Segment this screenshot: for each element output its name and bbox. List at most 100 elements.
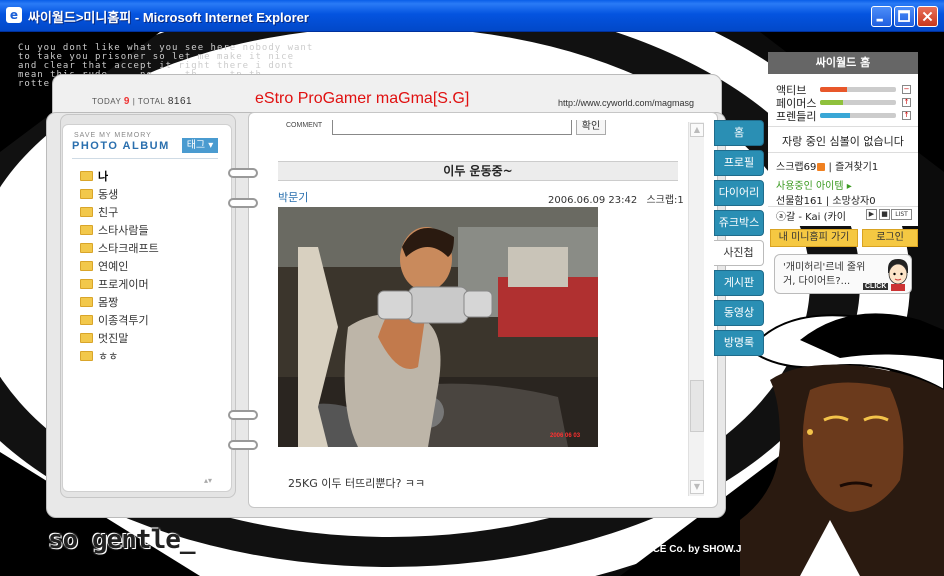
scrollbar-thumb[interactable] xyxy=(690,380,704,432)
ie-icon: e xyxy=(6,7,22,23)
folder-item[interactable]: 스타사람들 xyxy=(80,222,159,240)
stop-icon[interactable]: ■ xyxy=(879,209,890,220)
folder-list: 나동생친구스타사람들 스타크래프트연예인프로게이머몸짱이종격투기멋진말 ㅎㅎ xyxy=(80,168,159,366)
tab-7[interactable]: 방명록 xyxy=(714,330,764,356)
folder-item[interactable]: 프로게이머 xyxy=(80,276,159,294)
folder-label: 나 xyxy=(98,170,109,183)
scroll-down-arrow-icon[interactable]: ▼ xyxy=(690,480,704,494)
tab-3[interactable]: 쥬크박스 xyxy=(714,210,764,236)
binder-ring xyxy=(228,198,258,208)
post-title: 이두 운동중~ xyxy=(278,161,678,181)
stat-control-icon[interactable]: ↑ xyxy=(902,98,911,107)
stat-bar-fill xyxy=(820,87,847,92)
folder-item[interactable]: 동생 xyxy=(80,186,159,204)
symbol-message: 자랑 중인 심볼이 없습니다 xyxy=(782,135,904,148)
stat-label: 프렌들리 xyxy=(776,110,817,123)
page: Cu you dont like what you see here nobod… xyxy=(0,32,944,576)
window-titlebar[interactable]: e 싸이월드>미니홈피 - Microsoft Internet Explore… xyxy=(0,0,944,32)
post-meta: 2006.06.09 23:42 스크랩:1 xyxy=(548,191,684,206)
folder-item[interactable]: 연예인 xyxy=(80,258,159,276)
scrap-badge-icon xyxy=(817,163,826,171)
total-value: 8161 xyxy=(167,96,193,107)
playlist-button[interactable]: LIST xyxy=(891,209,912,220)
items-in-use-link[interactable]: 사용중인 아이템 ▸ xyxy=(776,177,852,192)
credit-text: ©GRAFFICE Co. by SHOW.J xyxy=(608,544,742,555)
sidebar-divider xyxy=(768,126,918,127)
minihompy-url[interactable]: http://www.cyworld.com/magmasg xyxy=(558,98,694,108)
folder-item[interactable]: 나 xyxy=(80,168,159,186)
folder-label: 몸짱 xyxy=(98,296,119,309)
post-author[interactable]: 박문기 xyxy=(278,189,308,205)
today-label: TODAY xyxy=(92,97,122,106)
close-button[interactable] xyxy=(917,6,938,27)
album-divider xyxy=(72,158,218,159)
folder-icon xyxy=(80,297,93,307)
tab-4[interactable]: 사진첩 xyxy=(714,240,764,266)
photo-date-stamp: 2006 06 03 xyxy=(550,433,581,439)
stat-control-icon[interactable]: ↑ xyxy=(902,111,911,120)
binder-ring xyxy=(228,168,258,178)
play-icon[interactable]: ▶ xyxy=(866,209,877,220)
folder-icon xyxy=(80,279,93,289)
album-title: PHOTO ALBUM xyxy=(72,140,170,152)
content-scrollbar[interactable]: ▲ ▼ xyxy=(688,122,704,496)
stat-control-icon[interactable]: − xyxy=(902,85,911,94)
scroll-down-icon[interactable]: ▴▾ xyxy=(204,476,212,485)
scroll-up-arrow-icon[interactable]: ▲ xyxy=(690,123,704,137)
cyworld-home-header[interactable]: 싸이월드 홈 xyxy=(768,52,918,74)
today-value: 9 xyxy=(123,96,130,107)
folder-label: 멋진말 xyxy=(98,332,129,345)
brand-logo: so gentle_ xyxy=(48,525,196,555)
folder-item[interactable]: 멋진말 xyxy=(80,330,159,348)
tab-6[interactable]: 동영상 xyxy=(714,300,764,326)
folder-label: 이종격투기 xyxy=(98,314,149,327)
background-figure xyxy=(740,313,944,576)
folder-icon xyxy=(80,171,93,181)
folder-item[interactable]: 이종격투기 xyxy=(80,312,159,330)
folder-icon xyxy=(80,333,93,343)
gift-box-line[interactable]: 선물함161 | 소망상자0 xyxy=(776,192,876,207)
folder-item[interactable]: 몸짱 xyxy=(80,294,159,312)
post-datetime: 2006.06.09 23:42 xyxy=(548,195,638,206)
maximize-button[interactable] xyxy=(894,6,915,27)
comment-input[interactable] xyxy=(332,120,572,135)
tab-2[interactable]: 다이어리 xyxy=(714,180,764,206)
scrap-label: 스크랩69 xyxy=(776,162,817,173)
tab-5[interactable]: 게시판 xyxy=(714,270,764,296)
folder-icon xyxy=(80,243,93,253)
favorite-count[interactable]: | 즐겨찾기1 xyxy=(829,162,879,173)
stat-bar xyxy=(820,87,896,92)
tag-button[interactable]: 태그 ▾ xyxy=(182,138,218,153)
folder-item[interactable]: 친구 xyxy=(80,204,159,222)
stat-bar xyxy=(820,100,896,105)
stat-bar-fill xyxy=(820,100,843,105)
comment-confirm-button[interactable]: 확인 xyxy=(576,120,606,135)
folder-label: 친구 xyxy=(98,206,119,219)
scrap-count[interactable]: 스크랩69 | 즐겨찾기1 xyxy=(776,158,878,173)
folder-item[interactable]: 스타크래프트 xyxy=(80,240,159,258)
bgm-title: ⓐ갈 - Kai (카이 xyxy=(776,212,846,223)
folder-label: 프로게이머 xyxy=(98,278,149,291)
minimize-button[interactable] xyxy=(871,6,892,27)
post-photo[interactable]: 2006 06 03 xyxy=(278,207,598,447)
login-button[interactable]: 로그인 xyxy=(862,229,918,247)
stat-bar xyxy=(820,113,896,118)
tab-1[interactable]: 프로필 xyxy=(714,150,764,176)
binder-ring xyxy=(228,440,258,450)
folder-label: 연예인 xyxy=(98,260,129,273)
stat-bar-fill xyxy=(820,113,851,118)
comment-label: COMMENT xyxy=(286,122,323,129)
folder-item[interactable]: ㅎㅎ xyxy=(80,348,159,366)
ad-speech-bubble[interactable]: '개미허리'르네 줄위 거, 다이어트?... CLICK xyxy=(774,254,912,294)
sidebar-divider xyxy=(768,206,918,207)
post-scrap-count[interactable]: 스크랩:1 xyxy=(646,195,683,206)
folder-icon xyxy=(80,207,93,217)
folder-icon xyxy=(80,189,93,199)
folder-icon xyxy=(80,261,93,271)
folder-label: 동생 xyxy=(98,188,119,201)
go-my-minihompy-button[interactable]: 내 미니홈피 가기 xyxy=(770,229,858,247)
avatar-icon xyxy=(888,259,908,291)
tab-0[interactable]: 홈 xyxy=(714,120,764,146)
sidebar-divider xyxy=(768,152,918,153)
folder-icon xyxy=(80,225,93,235)
